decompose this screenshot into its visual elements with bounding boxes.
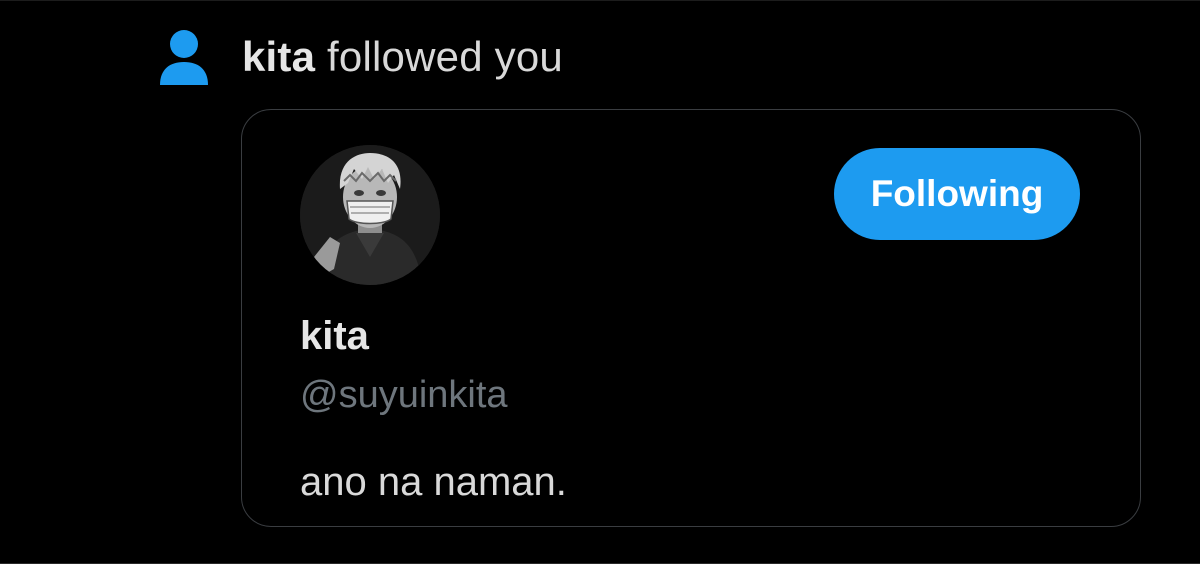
user-handle[interactable]: @suyuinkita — [300, 374, 508, 417]
avatar[interactable] — [300, 145, 440, 285]
avatar-image — [300, 145, 440, 285]
user-display-name[interactable]: kita — [300, 314, 369, 359]
user-card[interactable]: Following kita @suyuinkita ano na naman. — [241, 109, 1141, 527]
notification-action: followed you — [315, 33, 563, 80]
notification-actor-name[interactable]: kita — [242, 33, 315, 80]
user-bio: ano na naman. — [300, 460, 567, 504]
notification-header: kita followed you — [158, 27, 563, 87]
person-icon — [160, 30, 208, 85]
notification-item[interactable]: kita followed you Following kita @suyuin… — [0, 0, 1200, 564]
following-button[interactable]: Following — [834, 148, 1080, 240]
notification-text: kita followed you — [242, 33, 563, 81]
